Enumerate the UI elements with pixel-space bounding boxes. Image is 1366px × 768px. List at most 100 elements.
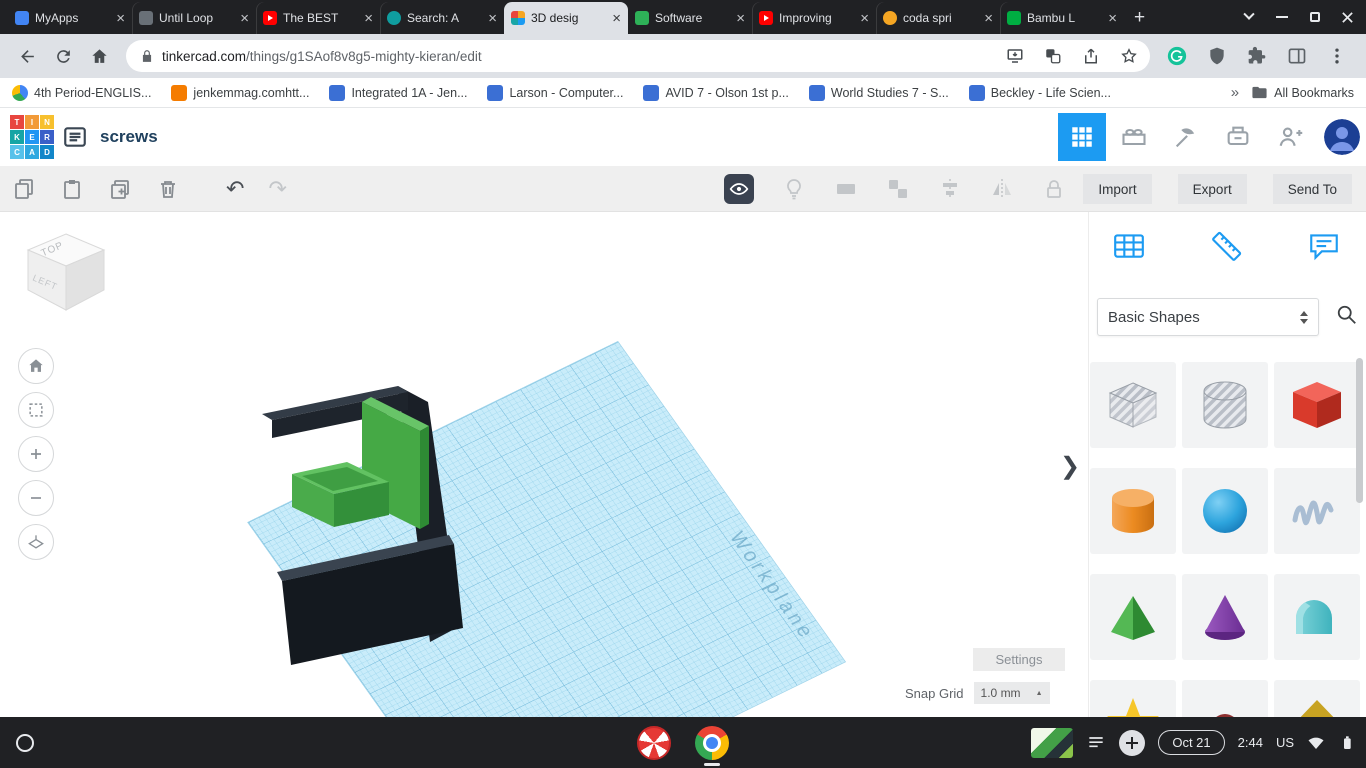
3d-viewport[interactable]: Workplane TOP LEFT ❯ Settings Snap Grid …	[0, 212, 1088, 717]
export-button[interactable]: Export	[1178, 174, 1247, 204]
ruler-tool-icon[interactable]	[1207, 226, 1247, 266]
view-cube[interactable]: TOP LEFT	[16, 224, 116, 324]
snap-grid-dropdown[interactable]: 1.0 mm ▲	[974, 682, 1050, 704]
shape-cylinder-hole[interactable]	[1182, 362, 1268, 448]
translate-icon[interactable]	[1038, 41, 1068, 71]
window-minimize-button[interactable]	[1265, 0, 1298, 34]
workplane-grid[interactable]: Workplane	[247, 341, 846, 717]
user-avatar[interactable]	[1324, 119, 1360, 155]
bookmark-star-icon[interactable]	[1114, 41, 1144, 71]
import-button[interactable]: Import	[1083, 174, 1151, 204]
undo-icon[interactable]: ↶	[226, 178, 244, 200]
panel-collapse-icon[interactable]: ❯	[1060, 452, 1080, 481]
tab-close-icon[interactable]: ×	[612, 11, 621, 26]
browser-tab-3d-design-active[interactable]: 3D desig×	[504, 2, 628, 34]
all-bookmarks-button[interactable]: All Bookmarks	[1251, 84, 1354, 101]
bookmark-item[interactable]: jenkemmag.comhtt...	[171, 85, 309, 101]
tinkercad-logo[interactable]: TIN KER CAD	[10, 115, 54, 159]
browser-tab-the-best[interactable]: The BEST×	[256, 2, 380, 34]
browser-tab-bambu[interactable]: Bambu L×	[1000, 2, 1124, 34]
blocks-view-button[interactable]	[1058, 113, 1106, 161]
pinned-app-icon-red[interactable]	[637, 726, 671, 760]
redo-icon[interactable]: ↷	[268, 178, 286, 200]
extensions-puzzle-icon[interactable]	[1240, 39, 1274, 73]
back-button[interactable]	[10, 39, 44, 73]
shape-category-dropdown[interactable]: Basic Shapes	[1097, 298, 1319, 336]
window-restore-button[interactable]	[1298, 0, 1331, 34]
shield-icon[interactable]	[1200, 39, 1234, 73]
tab-close-icon[interactable]: ×	[488, 11, 497, 26]
home-button[interactable]	[82, 39, 116, 73]
grammarly-icon[interactable]	[1160, 39, 1194, 73]
battery-icon[interactable]	[1338, 733, 1354, 753]
share-design-button[interactable]	[1266, 113, 1314, 161]
design-properties-icon[interactable]	[62, 124, 88, 150]
tab-list-chevron-icon[interactable]	[1232, 0, 1265, 34]
paste-icon[interactable]	[60, 177, 84, 201]
install-app-icon[interactable]	[1000, 41, 1030, 71]
bookmarks-overflow-icon[interactable]: »	[1231, 84, 1239, 101]
tote-lines-icon[interactable]	[1086, 733, 1106, 753]
perspective-toggle-button[interactable]	[18, 524, 54, 560]
tab-close-icon[interactable]: ×	[860, 11, 869, 26]
screenshot-thumbnail[interactable]	[1031, 728, 1073, 758]
tab-close-icon[interactable]: ×	[116, 11, 125, 26]
copy-icon[interactable]	[12, 177, 36, 201]
bookmark-item[interactable]: Integrated 1A - Jen...	[329, 85, 467, 101]
print-view-button[interactable]	[1214, 113, 1262, 161]
zoom-out-button[interactable]	[18, 480, 54, 516]
browser-menu-kebab-icon[interactable]	[1320, 39, 1354, 73]
side-panel-icon[interactable]	[1280, 39, 1314, 73]
shape-roof[interactable]	[1274, 574, 1360, 660]
shape-box-hole[interactable]	[1090, 362, 1176, 448]
tab-close-icon[interactable]: ×	[364, 11, 373, 26]
date-pill[interactable]: Oct 21	[1158, 730, 1224, 755]
shape-pyramid[interactable]	[1090, 574, 1176, 660]
bookmark-item[interactable]: Larson - Computer...	[487, 85, 623, 101]
fit-view-button[interactable]	[18, 392, 54, 428]
launcher-icon[interactable]	[16, 734, 34, 752]
shape-cone[interactable]	[1182, 574, 1268, 660]
send-to-button[interactable]: Send To	[1273, 174, 1352, 204]
shape-scribble[interactable]	[1274, 468, 1360, 554]
new-tab-button[interactable]: +	[1134, 8, 1145, 27]
browser-tab-software[interactable]: Software×	[628, 2, 752, 34]
browser-tab-coda[interactable]: coda spri×	[876, 2, 1000, 34]
minecraft-view-button[interactable]	[1162, 113, 1210, 161]
zoom-in-button[interactable]	[18, 436, 54, 472]
bricks-view-button[interactable]	[1110, 113, 1158, 161]
shape-partial-1[interactable]	[1182, 680, 1268, 717]
shape-search-icon[interactable]	[1335, 303, 1359, 332]
bookmark-item[interactable]: Beckley - Life Scien...	[969, 85, 1111, 101]
home-view-button[interactable]	[18, 348, 54, 384]
bookmark-item[interactable]: 4th Period-ENGLIS...	[12, 85, 151, 101]
panel-scrollbar[interactable]	[1356, 358, 1363, 503]
wifi-icon[interactable]	[1307, 734, 1325, 752]
workplane-tool-icon[interactable]	[1109, 226, 1149, 266]
shape-box[interactable]	[1274, 362, 1360, 448]
tab-close-icon[interactable]: ×	[736, 11, 745, 26]
shelf-add-button[interactable]	[1119, 730, 1145, 756]
shape-star[interactable]	[1090, 680, 1176, 717]
delete-trash-icon[interactable]	[156, 177, 180, 201]
duplicate-icon[interactable]	[108, 177, 132, 201]
show-all-button[interactable]	[724, 174, 754, 204]
ime-indicator[interactable]: US	[1276, 735, 1294, 750]
shape-partial-2[interactable]	[1274, 680, 1360, 717]
tab-close-icon[interactable]: ×	[984, 11, 993, 26]
bookmark-item[interactable]: World Studies 7 - S...	[809, 85, 949, 101]
tab-close-icon[interactable]: ×	[240, 11, 249, 26]
notes-tool-icon[interactable]	[1304, 226, 1344, 266]
share-icon[interactable]	[1076, 41, 1106, 71]
mirror-flip-icon[interactable]	[990, 177, 1014, 201]
reload-button[interactable]	[46, 39, 80, 73]
shape-sphere[interactable]	[1182, 468, 1268, 554]
chrome-app-icon[interactable]	[695, 726, 729, 760]
window-close-button[interactable]	[1331, 0, 1364, 34]
settings-button[interactable]: Settings	[973, 648, 1065, 671]
group-icon[interactable]	[834, 177, 858, 201]
clock-time[interactable]: 2:44	[1238, 735, 1263, 750]
browser-tab-search[interactable]: Search: A×	[380, 2, 504, 34]
shape-cylinder[interactable]	[1090, 468, 1176, 554]
light-bulb-icon[interactable]	[782, 177, 806, 201]
